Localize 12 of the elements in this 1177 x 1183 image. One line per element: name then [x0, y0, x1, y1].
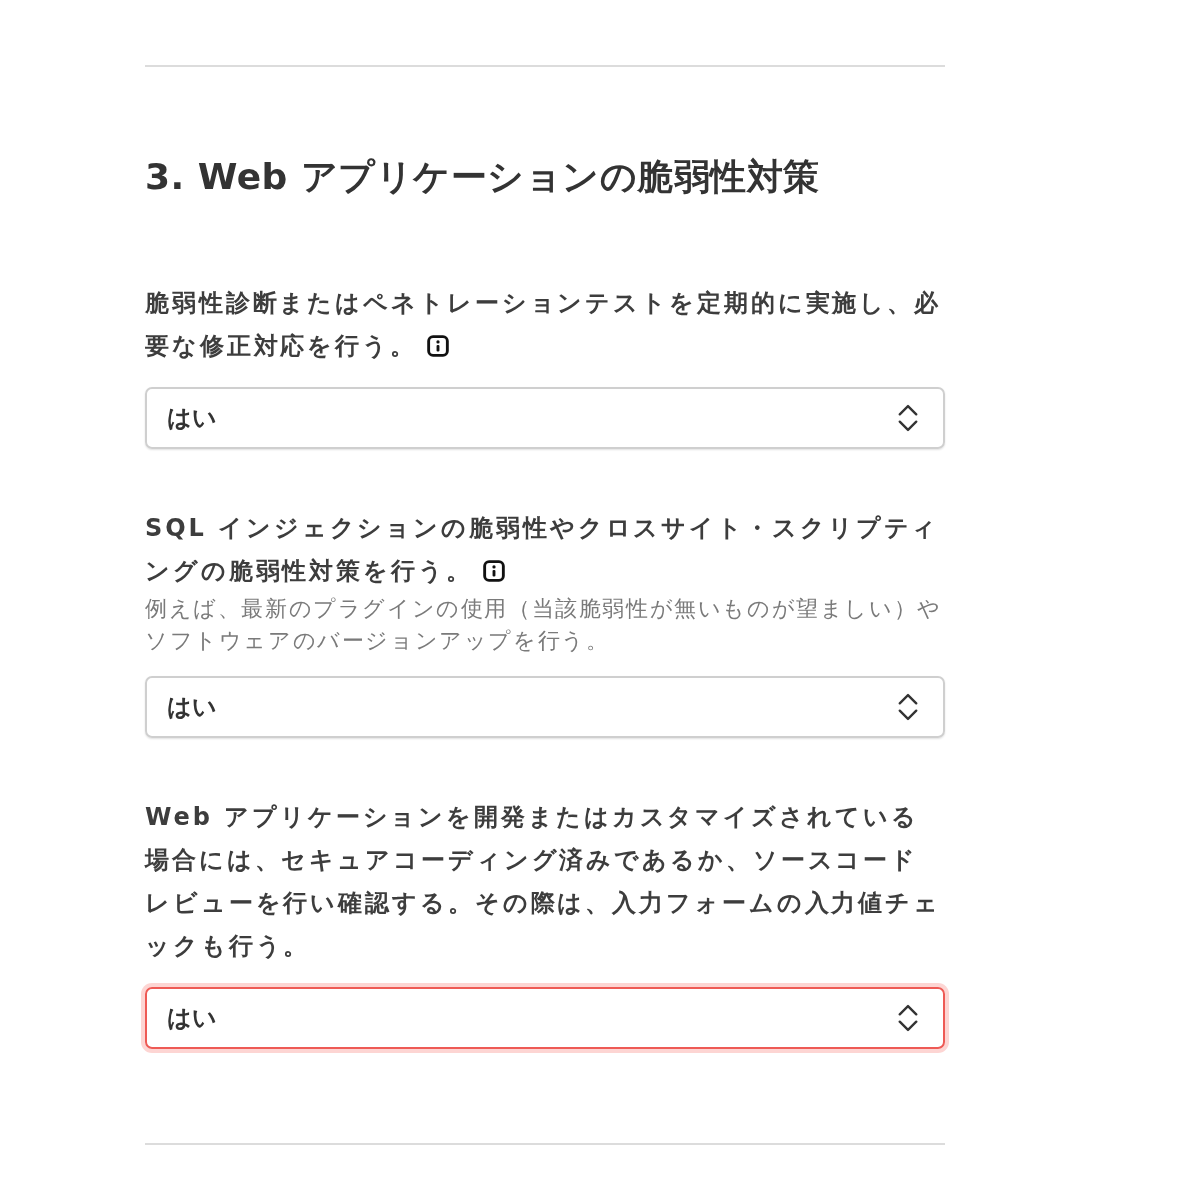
section-heading: 3. Web アプリケーションの脆弱性対策	[145, 155, 821, 199]
chevron-icon	[897, 692, 919, 722]
chevron-icon	[897, 1003, 919, 1033]
dropdown-select[interactable]: はい	[145, 387, 945, 449]
question-label: SQL インジェクションの脆弱性やクロスサイト・スクリプティングの脆弱性対策を行う。	[145, 513, 941, 587]
hint-text: 例えば、最新のプラグインの使用（当該脆弱性が無いものが望ましい）やソフトウェアのバージョンアップを行う。	[145, 595, 943, 655]
dropdown-select[interactable]: はい	[145, 676, 945, 738]
info-icon[interactable]	[482, 560, 505, 582]
question-label: 脆弱性診断またはペネトレーションテストを定期的に実施し、必要な修正対応を行う。	[145, 288, 943, 362]
info-icon[interactable]	[427, 335, 449, 357]
question-label: Web アプリケーションを開発またはカスタマイズされている場合には、セキュアコーディング済みであるか、ソースコードレビューを行い確認する。その際は、入力フォームの入力値チェックも行う。	[145, 802, 943, 962]
chevron-icon	[897, 403, 919, 433]
